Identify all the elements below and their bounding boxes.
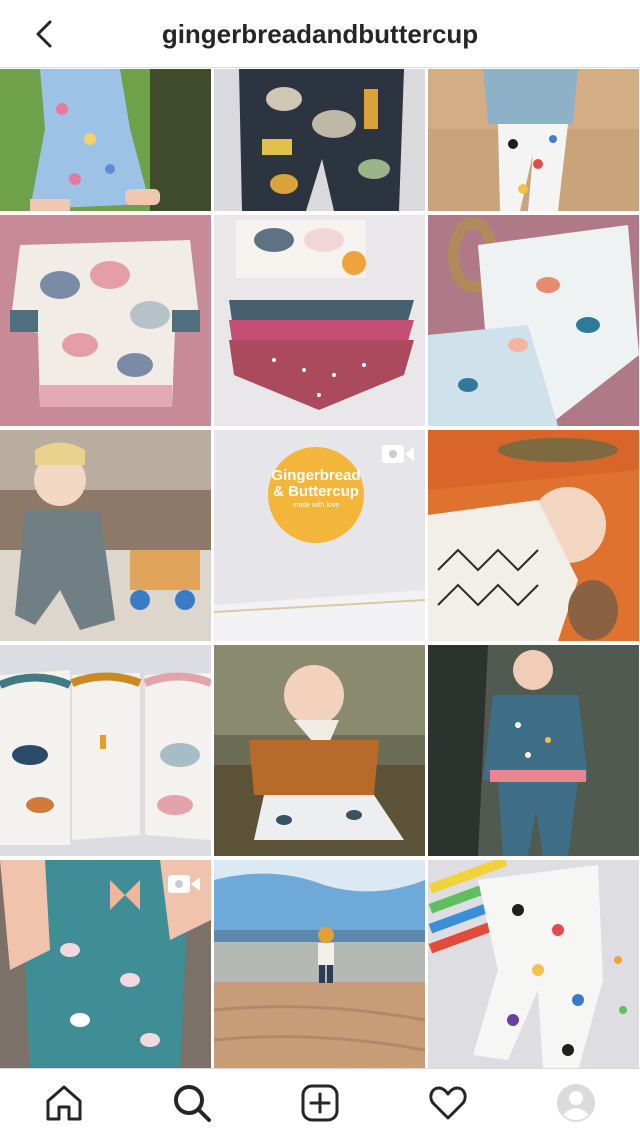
avatar-icon bbox=[557, 1084, 595, 1122]
grid-post-1[interactable] bbox=[0, 69, 211, 211]
top-bar: gingerbreadandbuttercup bbox=[0, 0, 640, 68]
back-button[interactable] bbox=[26, 14, 66, 54]
nav-home-button[interactable] bbox=[42, 1081, 86, 1125]
post-thumbnail bbox=[0, 69, 211, 211]
grid-post-3[interactable] bbox=[428, 69, 639, 211]
post-thumbnail bbox=[0, 645, 211, 856]
post-thumbnail bbox=[428, 215, 639, 426]
post-thumbnail bbox=[428, 69, 639, 211]
grid-post-9[interactable] bbox=[428, 430, 639, 641]
photo-grid: Gingerbread & Buttercup made with love bbox=[0, 69, 640, 1071]
grid-post-8[interactable]: Gingerbread & Buttercup made with love bbox=[214, 430, 425, 641]
post-thumbnail bbox=[428, 430, 639, 641]
nav-new-post-button[interactable] bbox=[298, 1081, 342, 1125]
grid-post-6[interactable] bbox=[428, 215, 639, 426]
grid-post-11[interactable] bbox=[214, 645, 425, 856]
grid-post-4[interactable] bbox=[0, 215, 211, 426]
post-thumbnail bbox=[214, 645, 425, 856]
nav-activity-button[interactable] bbox=[426, 1081, 470, 1125]
post-thumbnail bbox=[428, 645, 639, 856]
grid-post-12[interactable] bbox=[428, 645, 639, 856]
post-thumbnail bbox=[214, 215, 425, 426]
brand-logo: Gingerbread & Buttercup made with love bbox=[268, 468, 364, 512]
post-thumbnail bbox=[214, 860, 425, 1071]
profile-username-title: gingerbreadandbuttercup bbox=[161, 19, 479, 49]
bottom-navigation bbox=[0, 1068, 640, 1138]
chevron-left-icon bbox=[36, 20, 52, 48]
search-icon bbox=[174, 1085, 211, 1122]
grid-post-10[interactable] bbox=[0, 645, 211, 856]
add-post-icon bbox=[301, 1084, 339, 1122]
video-icon bbox=[168, 875, 200, 893]
post-thumbnail bbox=[428, 860, 639, 1071]
grid-post-15[interactable] bbox=[428, 860, 639, 1071]
nav-profile-button[interactable] bbox=[554, 1081, 598, 1125]
grid-post-7[interactable] bbox=[0, 430, 211, 641]
logo-tagline: made with love bbox=[292, 502, 340, 509]
logo-line-2: & Buttercup bbox=[273, 483, 359, 500]
post-thumbnail bbox=[0, 430, 211, 641]
post-thumbnail bbox=[214, 69, 425, 211]
grid-post-13[interactable] bbox=[0, 860, 211, 1071]
grid-post-2[interactable] bbox=[214, 69, 425, 211]
video-icon bbox=[382, 445, 414, 463]
home-icon bbox=[46, 1085, 82, 1121]
grid-post-5[interactable] bbox=[214, 215, 425, 426]
nav-search-button[interactable] bbox=[170, 1081, 214, 1125]
grid-post-14[interactable] bbox=[214, 860, 425, 1071]
post-thumbnail bbox=[0, 215, 211, 426]
heart-icon bbox=[429, 1086, 467, 1120]
logo-line-1: Gingerbread bbox=[271, 467, 361, 484]
